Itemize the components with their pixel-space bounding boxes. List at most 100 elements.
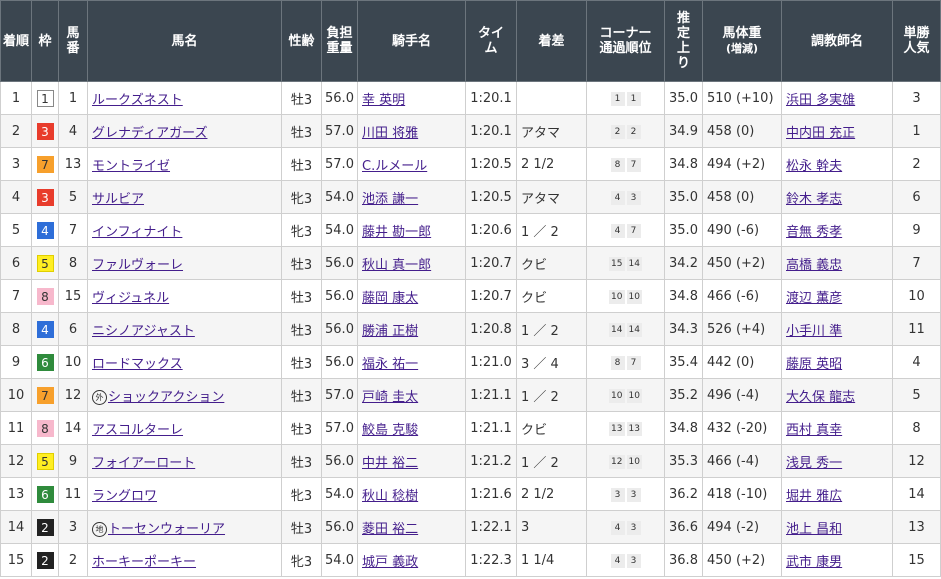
horse-name-link[interactable]: トーセンウォーリア <box>108 522 225 537</box>
jockey-name-link[interactable]: 秋山 真一郎 <box>362 258 431 273</box>
corner-pos-2: 7 <box>626 158 641 172</box>
header-umaban[interactable]: 馬番 <box>58 0 88 82</box>
header-horse[interactable]: 馬名 <box>87 0 282 82</box>
trainer-cell: 大久保 龍志 <box>781 378 893 412</box>
margin-cell: 1 ／ 2 <box>516 312 587 346</box>
corner-pos-2: 7 <box>626 356 641 370</box>
trainer-name-link[interactable]: 音無 秀孝 <box>786 225 842 240</box>
jockey-name-link[interactable]: C.ルメール <box>362 159 427 174</box>
jockey-name-link[interactable]: 幸 英明 <box>362 93 405 108</box>
horse-name-link[interactable]: ヴィジュネル <box>92 291 169 306</box>
jockey-name-link[interactable]: 秋山 稔樹 <box>362 489 418 504</box>
trainer-name-link[interactable]: 松永 幹夫 <box>786 159 842 174</box>
trainer-name-link[interactable]: 池上 昌和 <box>786 522 842 537</box>
table-row: 8 4 6 ニシノアジャスト 牡3 56.0 勝浦 正樹 1:20.8 1 ／ 2 14 14 34.… <box>0 312 941 346</box>
trainer-name-link[interactable]: 堀井 雅広 <box>786 489 842 504</box>
header-trainer[interactable]: 調教師名 <box>781 0 893 82</box>
header-time[interactable]: タイム <box>465 0 517 82</box>
horse-name-link[interactable]: インフィナイト <box>92 225 182 240</box>
sexage-cell: 牡3 <box>281 246 322 280</box>
waku-badge: 2 <box>36 518 54 536</box>
umaban-cell: 7 <box>58 213 88 247</box>
trainer-name-link[interactable]: 武市 康男 <box>786 555 842 570</box>
trainer-name-link[interactable]: 高橋 義忠 <box>786 258 842 273</box>
header-sexage[interactable]: 性齢 <box>281 0 322 82</box>
corner-pos-1: 8 <box>610 158 625 172</box>
horse-cell: ラングロワ <box>87 477 282 511</box>
bodyweight-cell: 466 (-4) <box>702 444 782 478</box>
jockey-name-link[interactable]: 勝浦 正樹 <box>362 324 418 339</box>
horse-name-link[interactable]: ルークズネスト <box>92 93 183 108</box>
umaban-cell: 6 <box>58 312 88 346</box>
jockey-name-link[interactable]: 池添 謙一 <box>362 192 418 207</box>
horse-name-link[interactable]: ホーキーポーキー <box>92 555 196 570</box>
horse-name-link[interactable]: アスコルターレ <box>92 423 183 438</box>
header-pop-text: 単勝人気 <box>903 26 930 56</box>
corner-cell: 33 <box>586 477 665 511</box>
horse-cell: ロードマックス <box>87 345 282 379</box>
margin-cell: 3 <box>516 510 587 544</box>
last3f-cell: 34.2 <box>664 246 703 280</box>
header-jockey[interactable]: 騎手名 <box>357 0 466 82</box>
header-margin[interactable]: 着差 <box>516 0 587 82</box>
trainer-name-link[interactable]: 浅見 秀一 <box>786 456 842 471</box>
corner-pos-1: 15 <box>609 257 625 271</box>
corner-cell: 47 <box>586 213 665 247</box>
corner-cell: 43 <box>586 543 665 577</box>
trainer-name-link[interactable]: 渡辺 薫彦 <box>786 291 842 306</box>
horse-name-link[interactable]: ラングロワ <box>92 489 157 504</box>
trainer-name-link[interactable]: 中内田 充正 <box>786 126 855 141</box>
trainer-name-link[interactable]: 小手川 準 <box>786 324 842 339</box>
bodyweight-cell: 458 (0) <box>702 114 782 148</box>
horse-name-link[interactable]: フォイアーロート <box>92 456 195 471</box>
header-waku[interactable]: 枠 <box>31 0 59 82</box>
weight-cell: 56.0 <box>321 510 358 544</box>
corner-cell: 12 10 <box>586 444 665 478</box>
jockey-name-link[interactable]: 戸崎 圭太 <box>362 390 418 405</box>
jockey-name-link[interactable]: 川田 将雅 <box>362 126 418 141</box>
trainer-name-link[interactable]: 西村 真幸 <box>786 423 842 438</box>
margin-cell: 1 ／ 2 <box>516 444 587 478</box>
corner-cell: 11 <box>586 81 665 115</box>
umaban-cell: 10 <box>58 345 88 379</box>
jockey-name-link[interactable]: 福永 祐一 <box>362 357 418 372</box>
horse-cell: ルークズネスト <box>87 81 282 115</box>
umaban-cell: 5 <box>58 180 88 214</box>
waku-badge: 1 <box>36 89 54 107</box>
header-corner[interactable]: コーナー通過順位 <box>586 0 665 82</box>
jockey-cell: 菱田 裕二 <box>357 510 466 544</box>
horse-name-link[interactable]: ニシノアジャスト <box>92 324 195 339</box>
header-last3f[interactable]: 推定上り <box>664 0 703 82</box>
jockey-name-link[interactable]: 藤岡 康太 <box>362 291 418 306</box>
horse-name-link[interactable]: ファルヴォーレ <box>92 258 183 273</box>
horse-name-link[interactable]: ショックアクション <box>108 390 224 405</box>
jockey-name-link[interactable]: 藤井 勘一郎 <box>362 225 431 240</box>
waku-cell: 3 <box>31 114 59 148</box>
horse-name-link[interactable]: グレナディアガーズ <box>92 126 207 141</box>
jockey-name-link[interactable]: 菱田 裕二 <box>362 522 418 537</box>
last3f-cell: 34.8 <box>664 279 703 313</box>
trainer-name-link[interactable]: 藤原 英昭 <box>786 357 842 372</box>
waku-cell: 3 <box>31 180 59 214</box>
header-bodyweight[interactable]: 馬体重 (増減) <box>702 0 782 82</box>
margin-cell: 1 ／ 2 <box>516 213 587 247</box>
horse-name-link[interactable]: サルビア <box>92 192 144 207</box>
horse-cell: フォイアーロート <box>87 444 282 478</box>
table-row: 4 3 5 サルビア 牝3 54.0 池添 謙一 1:20.5 アタマ 4 3 35.0 458 (0)… <box>0 180 941 214</box>
header-bodyweight-sub: (増減) <box>725 42 759 55</box>
rank-cell: 7 <box>0 279 32 313</box>
horse-name-link[interactable]: ロードマックス <box>92 357 183 372</box>
jockey-name-link[interactable]: 城戸 義政 <box>362 555 418 570</box>
horse-name-link[interactable]: モントライゼ <box>92 159 170 174</box>
jockey-name-link[interactable]: 鮫島 克駿 <box>362 423 418 438</box>
waku-cell: 8 <box>31 279 59 313</box>
header-rank[interactable]: 着順 <box>0 0 32 82</box>
time-cell: 1:20.6 <box>465 213 517 247</box>
trainer-name-link[interactable]: 大久保 龍志 <box>786 390 855 405</box>
header-weight[interactable]: 負担重量 <box>321 0 358 82</box>
trainer-name-link[interactable]: 浜田 多実雄 <box>786 93 855 108</box>
trainer-name-link[interactable]: 鈴木 孝志 <box>786 192 842 207</box>
header-pop[interactable]: 単勝人気 <box>892 0 941 82</box>
umaban-cell: 14 <box>58 411 88 445</box>
jockey-name-link[interactable]: 中井 裕二 <box>362 456 418 471</box>
